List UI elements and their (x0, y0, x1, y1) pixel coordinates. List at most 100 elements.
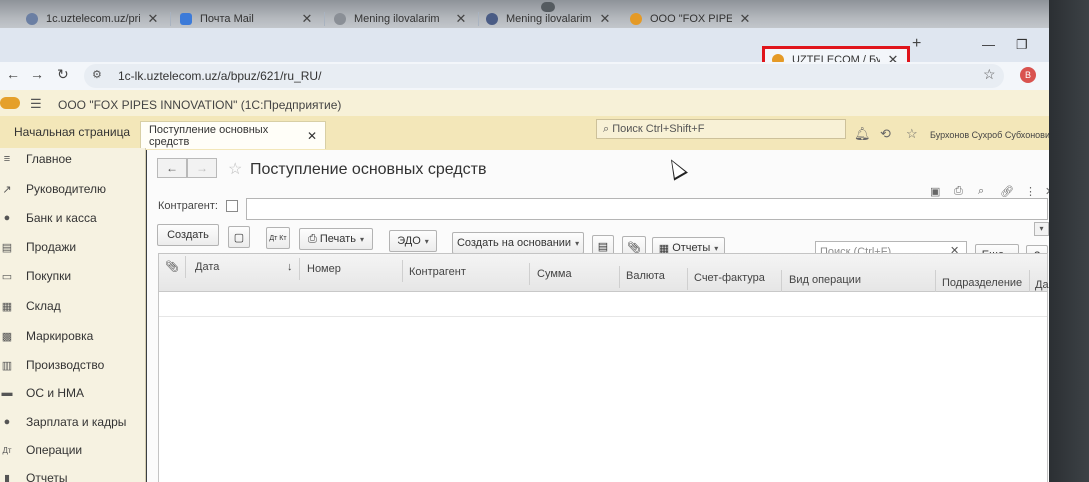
close-icon[interactable]: ✕ (454, 11, 468, 27)
forward-button[interactable]: → (187, 158, 217, 178)
column-department[interactable]: Подразделение (942, 277, 1022, 289)
documents-table[interactable]: 📎︎ Дата ↓ Номер Контрагент Сумма Валюта … (158, 253, 1049, 482)
favorites-star-icon[interactable]: ☆ (906, 126, 918, 142)
close-icon[interactable]: ✕ (300, 11, 314, 27)
browser-tab-2[interactable]: Почта Mail ✕ (172, 4, 322, 34)
sidebar-item-label: Производство (26, 358, 105, 372)
bookmark-star-icon[interactable]: ☆ (983, 66, 996, 83)
copy-icon[interactable]: ▢ (228, 226, 250, 248)
column-currency[interactable]: Валюта (626, 270, 665, 282)
notifications-icon[interactable]: 🔔︎ (854, 126, 871, 142)
preview-icon[interactable]: ⌕ (978, 185, 984, 198)
column-extra[interactable]: Да (1035, 279, 1049, 291)
print-button[interactable]: ⎙ Печать ▾ (299, 228, 373, 250)
site-info-icon[interactable]: ⚙ (92, 68, 102, 81)
new-tab-button[interactable]: + (912, 35, 921, 53)
column-number[interactable]: Номер (307, 263, 341, 275)
sidebar-item-fixed-assets[interactable]: ▬ ОС и НМА (0, 382, 85, 404)
profile-avatar[interactable]: B (1020, 67, 1036, 83)
report-icon: ▮ (3, 472, 11, 482)
sidebar-item-warehouse[interactable]: ▦ Склад (0, 295, 61, 317)
link-icon[interactable]: 🔗︎ (1000, 185, 1014, 198)
column-date[interactable]: Дата (195, 261, 219, 273)
create-based-on-label: Создать на основании (456, 237, 572, 249)
sidebar-item-label: Продажи (26, 240, 77, 254)
sidebar-item-main[interactable]: ≡ Главное (0, 148, 72, 170)
main-icon: ≡ (3, 153, 11, 165)
sidebar-item-purchases[interactable]: ▭ Покупки (0, 265, 71, 287)
close-icon[interactable]: ✕ (307, 129, 317, 143)
sidebar-item-label: ОС и НМА (26, 386, 85, 400)
chart-icon: ↗ (2, 183, 12, 196)
sidebar-item-label: Главное (26, 152, 72, 166)
home-page-tab[interactable]: Начальная страница (14, 125, 130, 139)
browser-tab-5[interactable]: ООО "FOX PIPES INN ✕ (622, 4, 760, 34)
browser-tab-4[interactable]: Mening ilovalarim ✕ (478, 4, 620, 34)
sidebar-item-label: Банк и касса (26, 211, 97, 225)
sidebar-item-manager[interactable]: ↗ Руководителю (0, 178, 106, 200)
barcode-icon: ▩ (1, 330, 13, 343)
dtkt-button[interactable]: Дт Кт (266, 227, 290, 249)
close-icon[interactable]: ✕ (146, 11, 160, 27)
history-icon[interactable]: ⟲ (880, 126, 891, 142)
menu-icon[interactable]: ☰ (30, 96, 42, 112)
favorite-star-icon[interactable]: ☆ (228, 159, 242, 179)
monitor-bezel-right (1049, 0, 1089, 482)
warehouse-icon: ▦ (1, 300, 13, 313)
sidebar-item-marking[interactable]: ▩ Маркировка (0, 325, 94, 347)
back-button[interactable]: ← (157, 158, 187, 178)
minimize-icon[interactable]: — (982, 37, 995, 52)
user-name[interactable]: Бурхонов Сухроб Субхонович (930, 130, 1055, 140)
column-counterparty[interactable]: Контрагент (409, 266, 466, 278)
print-icon[interactable]: ⎙ (954, 185, 963, 198)
sidebar-item-reports[interactable]: ▮ Отчеты (0, 467, 68, 482)
sidebar-item-bank[interactable]: ● Банк и касса (0, 207, 97, 229)
tab-title: Почта Mail (200, 13, 254, 25)
edo-button[interactable]: ЭДО ▾ (389, 230, 437, 252)
cart-icon: ▭ (1, 270, 13, 283)
sidebar-item-label: Зарплата и кадры (26, 415, 127, 429)
forward-icon[interactable]: → (30, 66, 44, 82)
print-icon: ⎙ (308, 232, 320, 245)
attachment-icon: 📎︎ (165, 261, 179, 273)
sidebar-item-sales[interactable]: ▤ Продажи (0, 236, 76, 258)
close-icon[interactable]: ✕ (738, 11, 752, 27)
create-based-on-button[interactable]: Создать на основании ▾ (452, 232, 584, 254)
sidebar: ≡ Главное ↗ Руководителю ● Банк и касса ▤ Пр… (0, 148, 146, 482)
close-icon[interactable]: ✕ (598, 11, 612, 27)
browser-tab-3[interactable]: Mening ilovalarim ✕ (326, 4, 476, 34)
site-icon (334, 13, 346, 25)
open-form-tab-label: Поступление основных средств (149, 123, 269, 148)
counterparty-checkbox[interactable] (226, 200, 238, 212)
sidebar-item-label: Отчеты (26, 471, 68, 482)
restore-icon[interactable]: ❐ (1016, 37, 1028, 53)
mail-icon (180, 13, 192, 25)
more-vert-icon[interactable]: ⋮ (1025, 185, 1036, 198)
print-label: Печать (319, 233, 356, 245)
sidebar-item-operations[interactable]: Дт Операции (0, 439, 82, 461)
app-title: ООО "FOX PIPES INNOVATION" (1С:Предприят… (58, 98, 342, 112)
sidebar-item-production[interactable]: ▥ Производство (0, 354, 104, 376)
reload-icon[interactable]: ↻ (57, 66, 69, 83)
column-invoice[interactable]: Счет-фактура (694, 272, 765, 284)
site-icon (486, 13, 498, 25)
command-search-input[interactable]: ⌕ Поиск Ctrl+Shift+F (596, 119, 846, 139)
sidebar-item-salary[interactable]: ● Зарплата и кадры (0, 411, 127, 433)
create-button[interactable]: Создать (157, 224, 219, 246)
factory-icon: ▥ (1, 359, 13, 372)
tab-title: Mening ilovalarim (354, 13, 440, 25)
save-icon[interactable]: ▣ (930, 185, 940, 198)
sort-desc-icon[interactable]: ↓ (287, 261, 293, 273)
back-icon[interactable]: ← (6, 66, 20, 82)
browser-tab-1[interactable]: 1c.uztelecom.uz/pric ✕ (18, 4, 168, 34)
column-amount[interactable]: Сумма (537, 268, 572, 280)
site-icon (26, 13, 38, 25)
open-form-tab[interactable]: Поступление основных средств ✕ (140, 121, 326, 149)
table-header: 📎︎ Дата ↓ Номер Контрагент Сумма Валюта … (159, 254, 1049, 292)
column-operation-type[interactable]: Вид операции (789, 274, 861, 286)
form-nav-buttons: ← → (157, 158, 217, 178)
counterparty-input[interactable] (246, 198, 1048, 220)
dropdown-arrow-icon[interactable]: ▾ (1034, 222, 1049, 236)
1c-logo-icon (630, 13, 642, 25)
sales-icon: ▤ (1, 241, 13, 254)
